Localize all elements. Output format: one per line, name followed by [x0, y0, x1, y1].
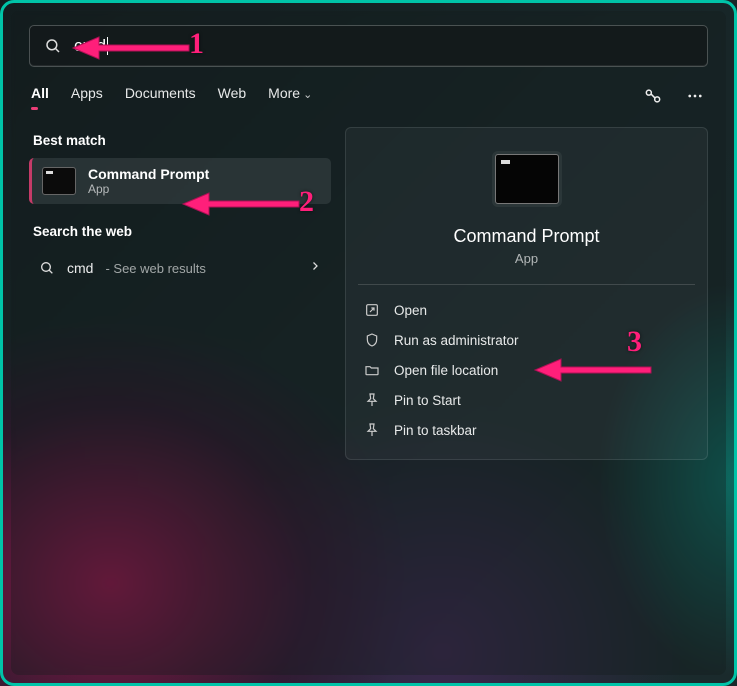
tab-apps[interactable]: Apps [71, 85, 103, 107]
web-result-row[interactable]: cmd - See web results [29, 249, 331, 287]
tab-documents[interactable]: Documents [125, 85, 196, 107]
start-search-panel: cmd All Apps Documents Web More⌄ Best ma… [11, 11, 726, 675]
results-left-column: Best match Command Prompt App Search the… [29, 127, 331, 460]
best-match-title: Command Prompt [88, 166, 209, 182]
search-icon [44, 37, 62, 55]
more-options-icon[interactable] [684, 85, 706, 107]
search-icon [39, 260, 55, 276]
tab-web[interactable]: Web [218, 85, 247, 107]
best-match-result[interactable]: Command Prompt App [29, 158, 331, 204]
preview-subtitle: App [360, 251, 693, 266]
action-open[interactable]: Open [360, 295, 693, 325]
action-run-as-administrator[interactable]: Run as administrator [360, 325, 693, 355]
search-bar[interactable]: cmd [29, 25, 708, 67]
preview-app-icon [495, 154, 559, 204]
pin-icon [364, 392, 380, 408]
chevron-down-icon: ⌄ [303, 89, 312, 101]
divider [358, 284, 695, 285]
action-label: Open [394, 303, 427, 318]
action-label: Pin to Start [394, 393, 461, 408]
best-match-subtitle: App [88, 182, 209, 196]
action-pin-to-start[interactable]: Pin to Start [360, 385, 693, 415]
connector-icon[interactable] [642, 85, 664, 107]
filter-tabs: All Apps Documents Web More⌄ [31, 85, 312, 107]
action-label: Pin to taskbar [394, 423, 477, 438]
pin-icon [364, 422, 380, 438]
action-open-file-location[interactable]: Open file location [360, 355, 693, 385]
action-pin-to-taskbar[interactable]: Pin to taskbar [360, 415, 693, 445]
preview-title: Command Prompt [360, 226, 693, 247]
command-prompt-icon [42, 167, 76, 195]
web-result-term: cmd [67, 260, 93, 276]
open-icon [364, 302, 380, 318]
web-result-hint: - See web results [105, 261, 205, 276]
folder-icon [364, 362, 380, 378]
search-web-label: Search the web [33, 224, 327, 239]
shield-icon [364, 332, 380, 348]
action-label: Run as administrator [394, 333, 519, 348]
chevron-right-icon [309, 259, 321, 277]
text-caret [107, 37, 108, 55]
action-label: Open file location [394, 363, 498, 378]
search-input[interactable]: cmd [62, 36, 106, 56]
tab-more[interactable]: More⌄ [268, 85, 312, 107]
preview-pane: Command Prompt App Open Run as administr… [345, 127, 708, 460]
best-match-label: Best match [33, 133, 327, 148]
tab-all[interactable]: All [31, 85, 49, 107]
filter-tabs-row: All Apps Documents Web More⌄ [29, 85, 708, 107]
